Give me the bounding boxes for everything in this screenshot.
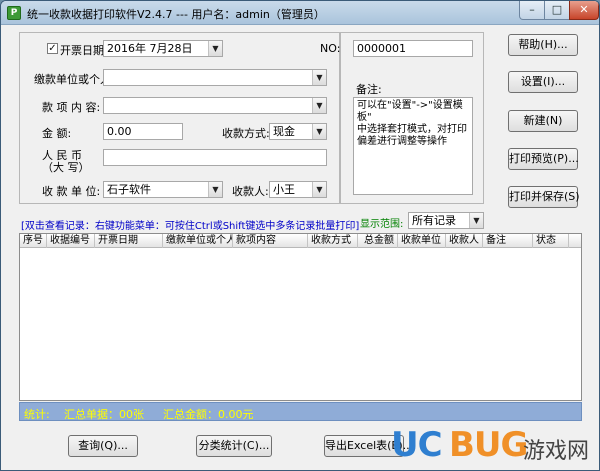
method-label: 收款方式: <box>222 127 270 140</box>
rmb-uppercase-input[interactable] <box>103 149 327 166</box>
column-header[interactable]: 状态 <box>533 234 569 248</box>
column-header[interactable]: 序号 <box>20 234 47 248</box>
no-input[interactable]: 0000001 <box>353 40 473 57</box>
minimize-icon: – <box>529 3 535 16</box>
app-icon: P <box>7 6 21 20</box>
maximize-icon: □ <box>551 3 563 16</box>
column-header[interactable]: 收款人 <box>446 234 483 248</box>
category-stats-button[interactable]: 分类统计(C)... <box>196 435 272 457</box>
date-value: 2016年 7月28日 <box>107 42 193 55</box>
stats-label: 统计: <box>24 408 50 421</box>
remark-textarea[interactable]: 可以在"设置"->"设置模板" 中选择套打模式，对打印 偏差进行调整等操作 <box>353 97 473 195</box>
window-title: 统一收款收据打印软件V2.4.7 --- 用户名：admin（管理员） <box>27 8 325 21</box>
unit-combo[interactable]: 石子软件 ▼ <box>103 181 223 198</box>
column-header[interactable]: 收款单位 <box>398 234 446 248</box>
chevron-down-icon: ▼ <box>208 182 222 197</box>
title-bar[interactable]: P 统一收款收据打印软件V2.4.7 --- 用户名：admin（管理员） – … <box>1 1 599 25</box>
maximize-button[interactable]: □ <box>544 1 570 20</box>
range-combo[interactable]: 所有记录 ▼ <box>408 212 484 229</box>
column-header[interactable]: 款项内容 <box>233 234 308 248</box>
chevron-down-icon: ▼ <box>312 98 326 113</box>
records-table[interactable]: 序号 收据编号 开票日期 缴款单位或个人 款项内容 收款方式 总金额 收款单位 … <box>19 233 582 401</box>
column-header[interactable]: 缴款单位或个人 <box>163 234 233 248</box>
print-and-save-button[interactable]: 打印并保存(S) <box>508 186 580 208</box>
watermark-cn: 游戏网 <box>523 439 590 464</box>
total-count: 汇总单据：00张 <box>64 408 144 421</box>
main-window: P 统一收款收据打印软件V2.4.7 --- 用户名：admin（管理员） – … <box>0 0 600 471</box>
column-header[interactable]: 开票日期 <box>95 234 163 248</box>
chevron-down-icon: ▼ <box>312 124 326 139</box>
site-watermark: UC BUG 游戏网 <box>391 419 599 469</box>
total-amount: 汇总金额：0.00元 <box>163 408 254 421</box>
date-checkbox[interactable]: ✓ <box>47 43 58 54</box>
rmb-sublabel: （大 写） <box>42 161 90 174</box>
payer-combo[interactable]: ▼ <box>103 69 327 86</box>
item-combo[interactable]: ▼ <box>103 97 327 114</box>
settings-button[interactable]: 设置(I)... <box>508 71 578 93</box>
minimize-button[interactable]: – <box>519 1 545 20</box>
receiver-combo[interactable]: 小王 ▼ <box>269 181 327 198</box>
range-value: 所有记录 <box>412 214 456 227</box>
watermark-bug: BUG <box>449 425 528 465</box>
date-label: 开票日期: <box>60 44 108 57</box>
print-preview-button[interactable]: 打印预览(P)... <box>508 148 579 170</box>
table-header: 序号 收据编号 开票日期 缴款单位或个人 款项内容 收款方式 总金额 收款单位 … <box>20 234 581 248</box>
amount-input[interactable]: 0.00 <box>103 123 183 140</box>
new-button[interactable]: 新建(N) <box>508 110 578 132</box>
receiver-label: 收款人: <box>232 185 269 198</box>
receiver-value: 小王 <box>273 183 295 196</box>
list-hint: [双击查看记录：右键功能菜单：可按住Ctrl或Shift键选中多条记录批量打印] <box>21 221 360 232</box>
watermark-uc: UC <box>391 425 443 465</box>
unit-label: 收 款 单 位: <box>42 185 101 198</box>
item-label: 款 项 内 容: <box>42 101 101 114</box>
close-icon: ✕ <box>579 3 589 16</box>
column-header[interactable]: 备注 <box>483 234 533 248</box>
chevron-down-icon: ▼ <box>208 41 222 56</box>
no-label: NO: <box>320 42 341 55</box>
column-header[interactable]: 总金额 <box>358 234 398 248</box>
range-label: 显示范围: <box>360 219 404 230</box>
column-header[interactable]: 收据编号 <box>47 234 95 248</box>
help-button[interactable]: 帮助(H)... <box>508 34 578 56</box>
date-picker[interactable]: 2016年 7月28日 ▼ <box>103 40 223 57</box>
method-value: 现金 <box>273 125 295 138</box>
method-combo[interactable]: 现金 ▼ <box>269 123 327 140</box>
amount-label: 金 额: <box>42 127 72 140</box>
chevron-down-icon: ▼ <box>312 70 326 85</box>
unit-value: 石子软件 <box>107 183 151 196</box>
close-button[interactable]: ✕ <box>569 1 599 20</box>
chevron-down-icon: ▼ <box>312 182 326 197</box>
check-icon: ✓ <box>48 43 57 54</box>
query-button[interactable]: 查询(Q)... <box>68 435 138 457</box>
column-header[interactable]: 收款方式 <box>308 234 358 248</box>
remark-label: 备注: <box>356 83 382 96</box>
chevron-down-icon: ▼ <box>469 213 483 228</box>
